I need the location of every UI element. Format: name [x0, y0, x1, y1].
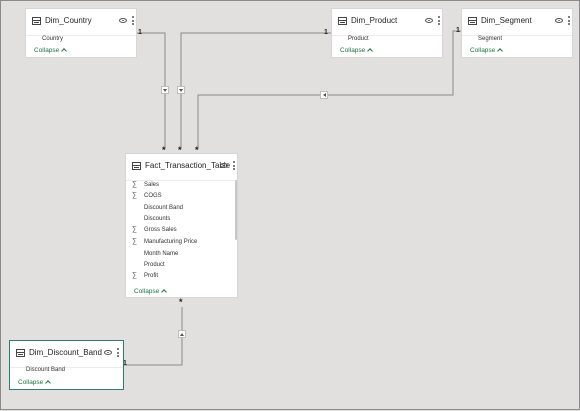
chevron-up-icon — [61, 48, 68, 54]
filter-direction-icon[interactable] — [320, 91, 328, 99]
collapse-button[interactable]: Collapse — [340, 47, 374, 54]
collapse-label: Collapse — [134, 288, 160, 295]
more-options-icon[interactable] — [117, 348, 119, 358]
eye-icon[interactable] — [119, 18, 127, 23]
filter-direction-icon[interactable] — [177, 86, 185, 94]
cardinality-one: 1 — [324, 29, 328, 36]
field-item[interactable]: Discount Band — [26, 367, 65, 373]
table-icon — [132, 162, 141, 170]
table-card-header[interactable]: Dim_Discount_Band — [10, 341, 123, 368]
table-card-dim-product[interactable]: Dim_Product Product Collapse — [331, 8, 443, 58]
filter-direction-icon[interactable] — [178, 330, 186, 338]
scrollbar[interactable] — [235, 180, 237, 240]
relationship-product-fact — [180, 32, 331, 149]
field-item[interactable]: Discount Band — [144, 205, 183, 211]
table-card-dim-segment[interactable]: Dim_Segment Segment Collapse — [461, 8, 573, 58]
table-card-fact-transaction[interactable]: Fact_Transaction_Table ∑ Sales ∑ COGS Di… — [125, 153, 238, 298]
field-item[interactable]: Product — [348, 36, 369, 42]
field-item[interactable]: Month Name — [144, 251, 178, 257]
chevron-up-icon — [161, 289, 168, 295]
eye-icon[interactable] — [220, 163, 228, 168]
collapse-button[interactable]: Collapse — [470, 47, 504, 54]
collapse-label: Collapse — [34, 47, 60, 54]
relationship-discount-fact — [124, 307, 183, 366]
collapse-button[interactable]: Collapse — [134, 288, 168, 295]
chevron-up-icon — [367, 48, 374, 54]
field-item[interactable]: COGS — [144, 193, 162, 199]
table-icon — [32, 17, 41, 25]
chevron-up-icon — [497, 48, 504, 54]
collapse-button[interactable]: Collapse — [18, 379, 52, 386]
field-item[interactable]: Discounts — [144, 216, 170, 222]
collapse-label: Collapse — [340, 47, 366, 54]
sigma-icon: ∑ — [132, 181, 137, 188]
field-item[interactable]: Manufacturing Price — [144, 239, 197, 245]
table-card-dim-country[interactable]: Dim_Country Country Collapse — [25, 8, 137, 58]
cardinality-one: 1 — [138, 29, 142, 36]
chevron-up-icon — [45, 380, 52, 386]
table-title: Dim_Product — [351, 16, 398, 25]
table-card-header[interactable]: Fact_Transaction_Table — [126, 154, 237, 181]
table-card-header[interactable]: Dim_Country — [26, 9, 136, 36]
more-options-icon[interactable] — [233, 161, 235, 171]
eye-icon[interactable] — [555, 18, 563, 23]
table-icon — [468, 17, 477, 25]
table-title: Dim_Discount_Band — [29, 348, 102, 357]
cardinality-one: 1 — [456, 27, 460, 34]
table-title: Fact_Transaction_Table — [145, 161, 231, 170]
eye-icon[interactable] — [425, 18, 433, 23]
filter-direction-icon[interactable] — [161, 86, 169, 94]
field-item[interactable]: Product — [144, 262, 165, 268]
collapse-button[interactable]: Collapse — [34, 47, 68, 54]
more-options-icon[interactable] — [438, 16, 440, 26]
sigma-icon: ∑ — [132, 272, 137, 279]
sigma-icon: ∑ — [132, 238, 137, 245]
field-item[interactable]: Sales — [144, 182, 159, 188]
collapse-label: Collapse — [18, 379, 44, 386]
table-title: Dim_Segment — [481, 16, 532, 25]
sigma-icon: ∑ — [132, 192, 137, 199]
model-canvas[interactable]: 1 1 1 1 * * * * Dim_Country Country Coll… — [0, 0, 580, 410]
field-item[interactable]: Country — [42, 36, 63, 42]
table-title: Dim_Country — [45, 16, 92, 25]
field-item[interactable]: Gross Sales — [144, 227, 177, 233]
sigma-icon: ∑ — [132, 226, 137, 233]
field-item[interactable]: Segment — [478, 36, 502, 42]
table-card-dim-discount-band[interactable]: Dim_Discount_Band Discount Band Collapse — [9, 340, 124, 390]
table-icon — [16, 349, 25, 357]
table-icon — [338, 17, 347, 25]
eye-icon[interactable] — [104, 350, 112, 355]
cardinality-many: * — [179, 297, 183, 307]
table-card-header[interactable]: Dim_Segment — [462, 9, 572, 36]
table-card-header[interactable]: Dim_Product — [332, 9, 442, 36]
collapse-label: Collapse — [470, 47, 496, 54]
more-options-icon[interactable] — [568, 16, 570, 26]
more-options-icon[interactable] — [132, 16, 134, 26]
field-item[interactable]: Profit — [144, 273, 158, 279]
